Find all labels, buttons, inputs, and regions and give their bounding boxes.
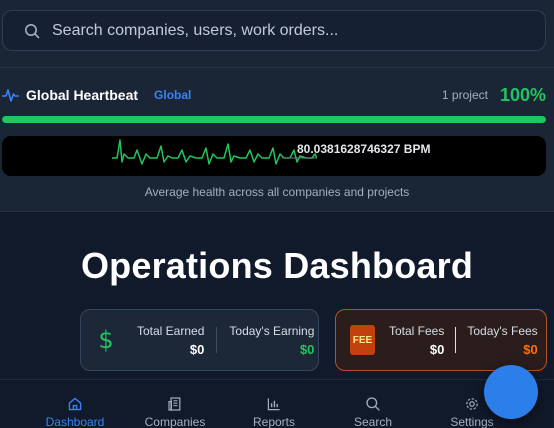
total-fees-value: $0 [429,341,445,357]
heartbeat-header: Global Heartbeat Global 1 project 100% [2,84,546,106]
nav-label: Companies [144,415,206,428]
total-fees-stat: Total Fees $0 [389,324,444,357]
nav-search[interactable]: Search [333,380,413,428]
todays-fees-value: $0 [523,341,538,357]
ekg-waveform [112,139,317,165]
total-earned-value: $0 [189,341,205,357]
project-count: 1 project [441,88,488,102]
search-bar[interactable] [2,10,546,51]
nav-label: Reports [252,415,296,428]
earnings-card[interactable]: $ Total Earned $0 Today's Earning $0 [80,309,319,371]
ekg-monitor: 80.0381628746327 BPM [2,136,546,176]
health-progress-bar [2,116,546,123]
page-title: Operations Dashboard [80,245,474,286]
bpm-readout: 80.0381628746327 BPM [297,142,431,156]
todays-fees-stat: Today's Fees $0 [467,324,537,357]
heartbeat-caption: Average health across all companies and … [144,185,410,199]
nav-label: Search [353,415,393,428]
todays-earning-stat: Today's Earning $0 [229,324,314,357]
scope-link[interactable]: Global [154,88,191,102]
divider [0,67,554,68]
health-progress-fill [2,116,546,123]
pulse-icon [2,88,19,102]
heartbeat-panel: Global Heartbeat Global 1 project 100% 8… [0,0,554,212]
total-earned-stat: Total Earned $0 [137,324,204,357]
dollar-icon: $ [98,326,114,354]
health-percent: 100% [499,84,546,105]
floating-action-button[interactable] [484,365,538,419]
gear-icon [466,398,478,410]
bottom-nav: Dashboard Companies Reports Search Setti… [0,379,554,428]
bar-chart-icon [267,398,280,411]
nav-reports[interactable]: Reports [234,380,314,428]
nav-label: Settings [450,415,494,428]
card-divider [455,327,457,353]
fees-card[interactable]: FEE Total Fees $0 Today's Fees $0 [335,309,547,371]
home-icon [68,397,82,411]
todays-earning-value: $0 [299,341,315,357]
search-icon [366,397,380,411]
fee-icon: FEE [350,325,375,355]
nav-dashboard[interactable]: Dashboard [35,380,115,428]
todays-earning-label: Today's Earning [229,323,315,338]
search-icon [25,23,40,38]
building-icon [168,397,181,411]
total-fees-label: Total Fees [389,323,445,338]
search-input[interactable] [52,21,545,40]
total-earned-label: Total Earned [137,323,205,338]
card-divider [216,327,218,353]
heartbeat-title: Global Heartbeat [26,87,139,103]
nav-companies[interactable]: Companies [135,380,215,428]
todays-fees-label: Today's Fees [467,323,538,338]
nav-label: Dashboard [45,415,105,428]
